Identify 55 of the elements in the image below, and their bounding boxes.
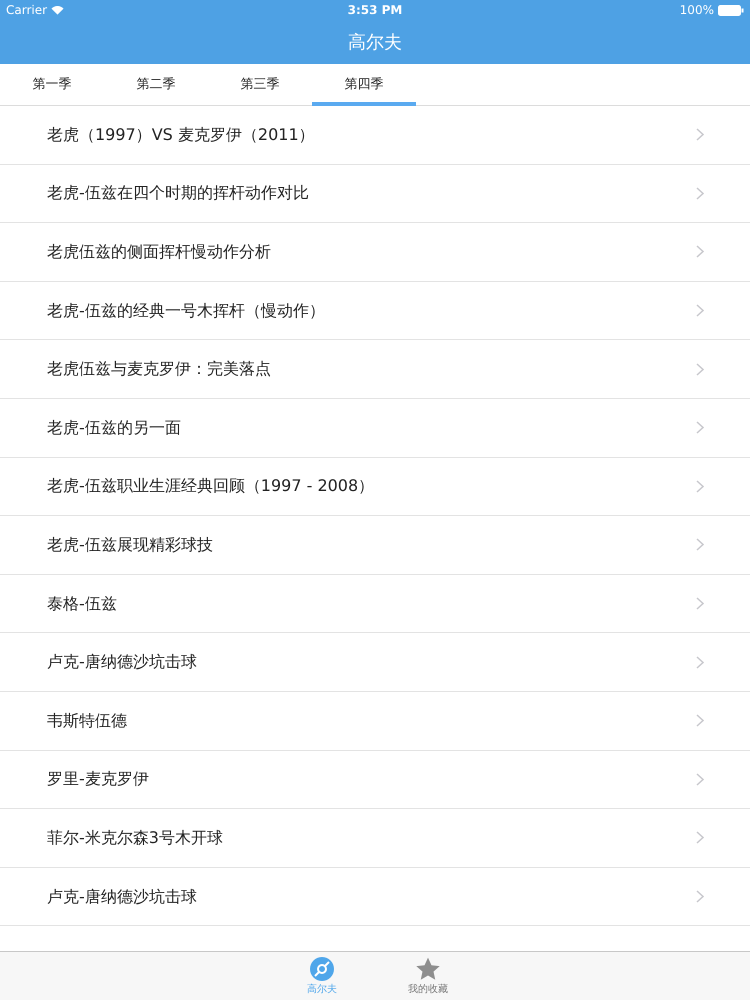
row-title: 老虎伍兹与麦克罗伊：完美落点 xyxy=(47,358,271,380)
season-tab[interactable]: 第二季 xyxy=(104,64,208,106)
list-row[interactable]: 老虎伍兹的侧面挥杆慢动作分析 xyxy=(0,223,750,282)
list-row[interactable]: 老虎-伍兹职业生涯经典回顾（1997 - 2008） xyxy=(0,458,750,516)
season-tab[interactable]: 第一季 xyxy=(0,64,104,106)
row-title: 老虎-伍兹的另一面 xyxy=(47,416,181,439)
list-row[interactable]: 老虎-伍兹展现精彩球技 xyxy=(0,516,750,575)
row-title: 泰格-伍兹 xyxy=(47,592,117,615)
battery-icon xyxy=(718,4,744,16)
chevron-icon xyxy=(696,245,704,258)
chevron-icon xyxy=(696,538,704,552)
list-row[interactable]: 韦斯特伍德 xyxy=(0,692,750,751)
list-row[interactable]: 罗里-麦克罗伊 xyxy=(0,750,750,810)
row-title: 老虎-伍兹的经典一号木挥杆（慢动作） xyxy=(47,300,325,322)
list-row[interactable]: 老虎（1997）VS 麦克罗伊（2011） xyxy=(0,106,750,165)
star-icon xyxy=(415,956,441,982)
chevron-icon xyxy=(696,890,704,904)
row-title: 罗里-麦克罗伊 xyxy=(47,768,149,790)
list-row[interactable]: 老虎-伍兹的经典一号木挥杆（慢动作） xyxy=(0,282,750,340)
list-row[interactable]: 老虎伍兹与麦克罗伊：完美落点 xyxy=(0,340,750,399)
list-row[interactable]: 老虎-伍兹的另一面 xyxy=(0,398,750,458)
row-title: 老虎-伍兹职业生涯经典回顾（1997 - 2008） xyxy=(47,475,374,498)
nav-title: 高尔夫 xyxy=(348,30,402,54)
row-title: 卢克-唐纳德沙坑击球 xyxy=(47,886,197,908)
tab-bar-item[interactable]: 我的收藏 xyxy=(403,952,453,1000)
chevron-icon xyxy=(696,362,704,376)
chevron-icon xyxy=(696,304,704,318)
status-time: 3:53 PM xyxy=(348,2,402,19)
row-title: 菲尔-米克尔森3号木开球 xyxy=(47,826,223,849)
chevron-icon xyxy=(696,772,704,786)
list-row[interactable]: 菲尔-米克尔森3号木开球 xyxy=(0,809,750,868)
chevron-icon xyxy=(696,480,704,493)
wifi-icon xyxy=(51,5,64,15)
row-title: 卢克-唐纳德沙坑击球 xyxy=(47,651,197,674)
row-title: 韦斯特伍德 xyxy=(47,710,127,732)
chevron-icon xyxy=(696,714,704,728)
row-title: 老虎伍兹的侧面挥杆慢动作分析 xyxy=(47,240,271,263)
list-row[interactable]: 卢克-唐纳德沙坑击球 xyxy=(0,868,750,926)
chevron-icon xyxy=(696,597,704,610)
list-row[interactable]: 卢克-唐纳德沙坑击球 xyxy=(0,633,750,692)
row-title: 老虎-伍兹在四个时期的挥杆动作对比 xyxy=(47,182,309,204)
chevron-icon xyxy=(696,656,704,669)
disc-icon xyxy=(309,956,335,982)
list-row[interactable]: 泰格-伍兹 xyxy=(0,574,750,634)
chevron-icon xyxy=(696,421,704,434)
chevron-icon xyxy=(696,186,704,200)
season-tab[interactable]: 第三季 xyxy=(208,64,312,106)
row-title: 老虎（1997）VS 麦克罗伊（2011） xyxy=(47,124,315,146)
list-row[interactable]: 老虎-伍兹在四个时期的挥杆动作对比 xyxy=(0,164,750,224)
carrier-label: Carrier xyxy=(6,2,48,19)
row-title: 老虎-伍兹展现精彩球技 xyxy=(47,534,213,556)
chevron-icon xyxy=(696,831,704,844)
season-tab[interactable]: 第四季 xyxy=(312,64,416,106)
battery-label: 100% xyxy=(680,2,714,19)
chevron-icon xyxy=(696,128,704,142)
